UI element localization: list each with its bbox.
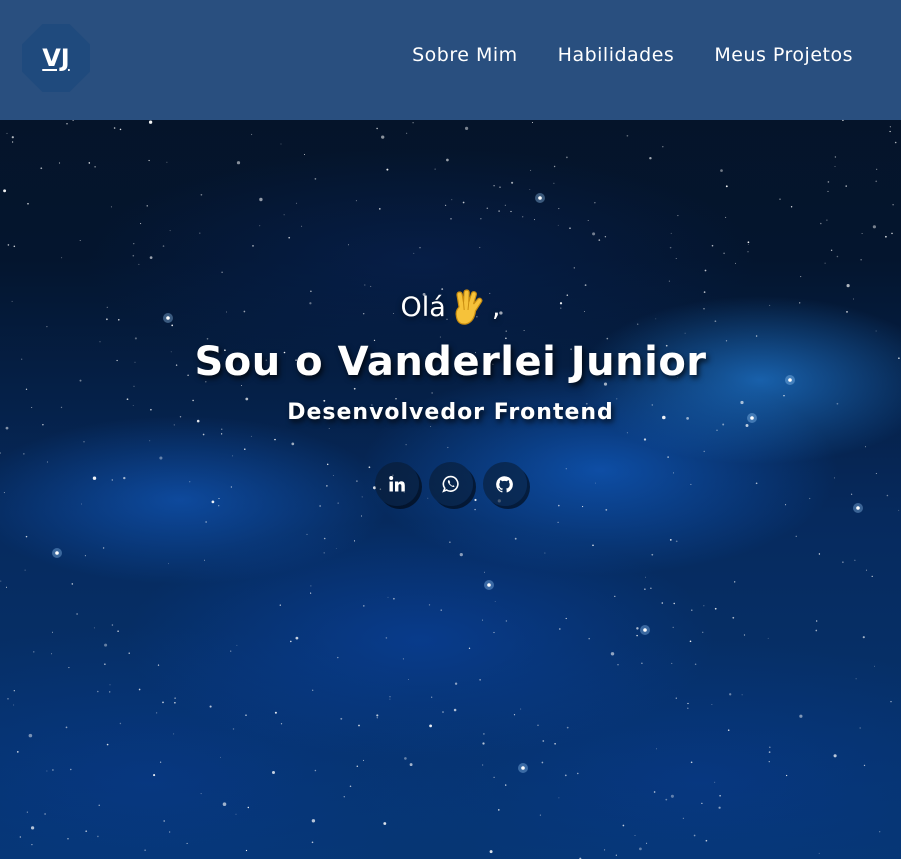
hero-subtitle: Desenvolvedor Frontend [287,400,614,425]
greeting-comma: , [491,292,501,323]
nav-item-habilidades[interactable]: Habilidades [558,44,675,66]
vulcan-salute-hand-icon [452,289,486,327]
linkedin-icon [388,476,405,492]
nav-item-meus-projetos[interactable]: Meus Projetos [714,44,853,66]
whatsapp-icon [441,475,459,493]
greeting-text: Olá [400,292,446,323]
hero-headline: Sou o Vanderlei Junior [194,339,707,385]
social-links [0,462,901,506]
whatsapp-button[interactable] [428,462,473,506]
nav-item-sobre-mim[interactable]: Sobre Mim [412,44,518,66]
github-button[interactable] [482,462,527,506]
github-icon [496,475,513,492]
hero-section: Olá , Sou o Vanderlei Junior Desenvolved… [0,286,901,506]
portfolio-page: VJ Sobre Mim Habilidades Meus Projetos O… [0,0,901,859]
logo-badge[interactable]: VJ [22,24,90,92]
linkedin-button[interactable] [374,462,419,506]
logo-text[interactable]: VJ [42,44,70,72]
main-nav: Sobre Mim Habilidades Meus Projetos [412,44,853,66]
greeting: Olá , [0,286,901,330]
site-header: VJ Sobre Mim Habilidades Meus Projetos [0,0,901,120]
